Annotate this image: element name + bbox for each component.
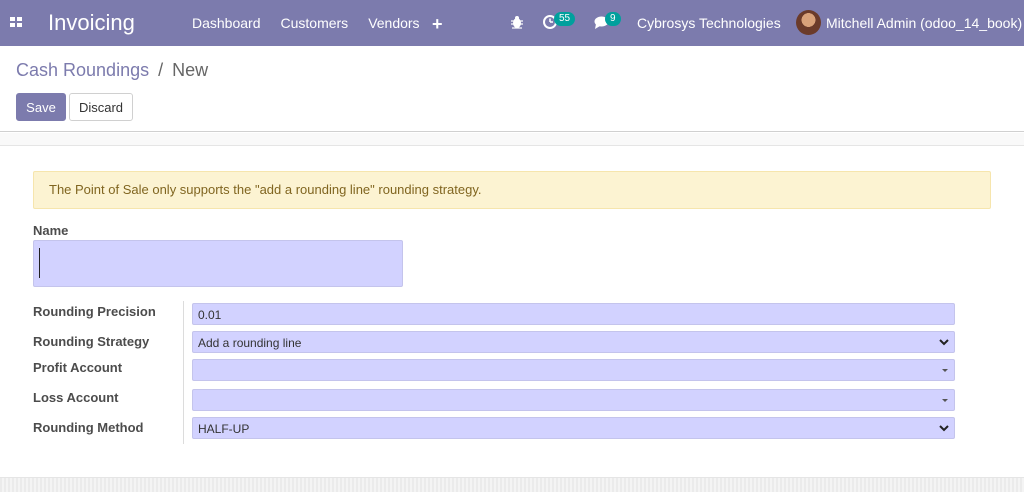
breadcrumb-cash-roundings[interactable]: Cash Roundings xyxy=(16,60,149,80)
main-menu: Dashboard Customers Vendors xyxy=(182,0,430,46)
chevron-down-icon xyxy=(939,425,949,432)
bug-icon[interactable] xyxy=(510,15,524,29)
pos-warning-alert: The Point of Sale only supports the "add… xyxy=(33,171,991,209)
rounding-precision-label: Rounding Precision xyxy=(33,304,156,319)
rounding-method-label: Rounding Method xyxy=(33,420,144,435)
rounding-strategy-select[interactable]: Add a rounding line xyxy=(192,331,955,353)
chevron-down-icon xyxy=(939,339,949,346)
rounding-method-select[interactable]: HALF-UP xyxy=(192,417,955,439)
rounding-precision-value: 0.01 xyxy=(198,308,222,322)
menu-dashboard[interactable]: Dashboard xyxy=(182,15,271,31)
quick-create-plus-icon[interactable]: + xyxy=(432,14,443,35)
breadcrumb-current: New xyxy=(172,60,209,80)
breadcrumb: Cash Roundings / New xyxy=(16,60,208,81)
menu-vendors[interactable]: Vendors xyxy=(358,15,429,31)
company-switcher[interactable]: Cybrosys Technologies xyxy=(637,15,781,31)
discard-button[interactable]: Discard xyxy=(69,93,133,121)
sheet-bottom-shadow xyxy=(0,478,1024,492)
name-label: Name xyxy=(33,223,69,238)
message-count-badge: 9 xyxy=(605,12,621,26)
app-title[interactable]: Invoicing xyxy=(48,10,135,36)
control-panel: Cash Roundings / New Save Discard xyxy=(0,46,1024,132)
loss-account-input[interactable] xyxy=(192,389,955,411)
rounding-strategy-value: Add a rounding line xyxy=(198,336,302,350)
dropdown-caret-icon xyxy=(942,399,948,402)
dropdown-caret-icon xyxy=(942,369,948,372)
profit-account-input[interactable] xyxy=(192,359,955,381)
breadcrumb-separator: / xyxy=(158,60,164,80)
save-button[interactable]: Save xyxy=(16,93,66,121)
user-avatar[interactable] xyxy=(796,10,821,35)
activity-count-badge: 55 xyxy=(554,12,576,26)
user-menu[interactable]: Mitchell Admin (odoo_14_book) xyxy=(826,15,1022,31)
rounding-method-value: HALF-UP xyxy=(198,422,250,436)
apps-grid-icon[interactable] xyxy=(10,17,22,28)
name-input[interactable] xyxy=(33,240,403,287)
menu-customers[interactable]: Customers xyxy=(271,15,359,31)
loss-account-label: Loss Account xyxy=(33,390,119,405)
top-navbar: Invoicing Dashboard Customers Vendors + … xyxy=(0,0,1024,46)
rounding-precision-input[interactable]: 0.01 xyxy=(192,303,955,325)
label-column-divider xyxy=(183,301,184,444)
profit-account-label: Profit Account xyxy=(33,360,123,375)
text-cursor xyxy=(39,248,40,278)
rounding-strategy-label: Rounding Strategy xyxy=(33,334,150,349)
